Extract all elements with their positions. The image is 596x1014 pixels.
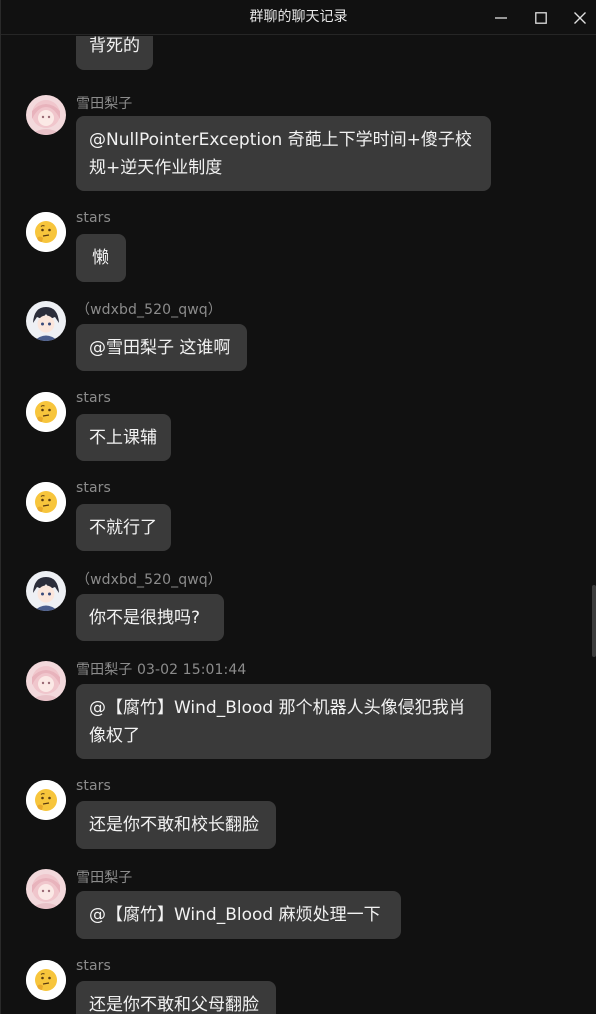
user-avatar[interactable] [26, 571, 66, 611]
sender-name: stars [76, 778, 111, 794]
close-button[interactable] [560, 0, 596, 35]
minimize-icon [495, 16, 507, 19]
message-bubble[interactable]: @【腐竹】Wind_Blood 麻烦处理一下 [76, 891, 401, 939]
minimize-button[interactable] [481, 0, 521, 35]
thinking-face-icon [26, 780, 66, 820]
thinking-face-icon [26, 392, 66, 432]
thinking-face-icon [26, 960, 66, 1000]
maximize-icon [535, 11, 547, 24]
anime-girl-avatar-icon [26, 661, 66, 701]
sender-name: stars [76, 210, 111, 226]
user-avatar[interactable] [26, 95, 66, 135]
user-avatar[interactable] [26, 661, 66, 701]
user-avatar[interactable] [26, 869, 66, 909]
sender-name: stars [76, 390, 111, 406]
user-avatar[interactable] [26, 960, 66, 1000]
message-bubble[interactable]: @【腐竹】Wind_Blood 那个机器人头像侵犯我肖像权了 [76, 684, 491, 759]
title-bar: 群聊的聊天记录 [1, 0, 596, 35]
message-bubble[interactable]: @雪田梨子 这谁啊 [76, 324, 247, 371]
anime-girl-avatar-icon [26, 869, 66, 909]
anime-boy-avatar-icon [26, 301, 66, 341]
message-bubble[interactable]: 还是你不敢和校长翻脸 [76, 801, 276, 849]
message-bubble[interactable]: 还是你不敢和父母翻脸 [76, 981, 276, 1014]
message-bubble[interactable]: 不就行了 [76, 504, 171, 551]
user-avatar[interactable] [26, 301, 66, 341]
sender-name: 雪田梨子 03-02 15:01:44 [76, 662, 247, 678]
user-avatar[interactable] [26, 482, 66, 522]
sender-name: 雪田梨子 [76, 96, 133, 112]
sender-name: （wdxbd_520_qwq） [76, 302, 222, 318]
sender-name: stars [76, 958, 111, 974]
sender-name: （wdxbd_520_qwq） [76, 572, 222, 588]
thinking-face-icon [26, 212, 66, 252]
message-bubble[interactable]: 不上课辅 [76, 414, 171, 461]
sender-name: 雪田梨子 [76, 870, 133, 886]
message-bubble[interactable]: 懒 [76, 234, 126, 282]
user-avatar[interactable] [26, 212, 66, 252]
user-avatar[interactable] [26, 780, 66, 820]
message-bubble[interactable]: @NullPointerException 奇葩上下学时间+傻子校规+逆天作业制… [76, 116, 491, 191]
scrollbar-thumb[interactable] [592, 585, 596, 657]
close-icon [574, 11, 586, 24]
chat-history-window: 群聊的聊天记录 背死的 雪田梨子 @NullPointerException 奇… [0, 0, 596, 1014]
message-bubble[interactable]: 背死的 [76, 36, 153, 70]
thinking-face-icon [26, 482, 66, 522]
message-bubble[interactable]: 你不是很拽吗? [76, 594, 224, 641]
anime-girl-avatar-icon [26, 95, 66, 135]
message-list[interactable]: 背死的 雪田梨子 @NullPointerException 奇葩上下学时间+傻… [1, 36, 596, 1014]
maximize-button[interactable] [521, 0, 561, 35]
anime-boy-avatar-icon [26, 571, 66, 611]
sender-name: stars [76, 480, 111, 496]
user-avatar[interactable] [26, 392, 66, 432]
